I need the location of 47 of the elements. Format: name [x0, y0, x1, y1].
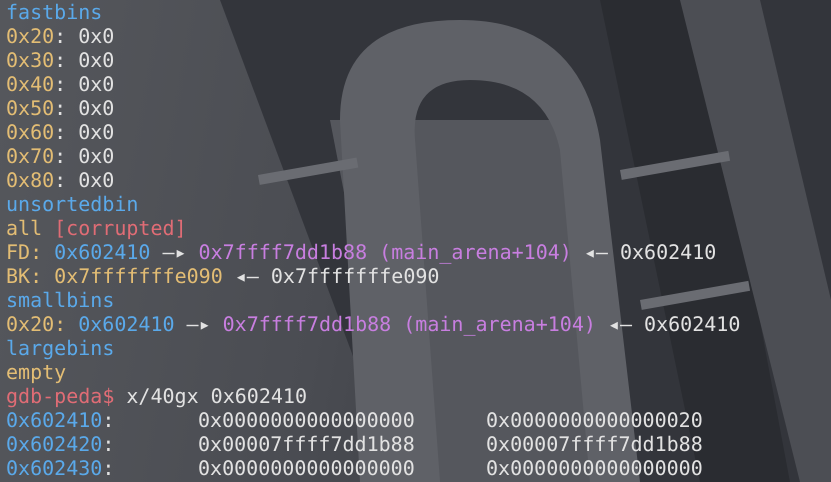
value-text: —▸: [186, 312, 211, 336]
memory-value: 0x0000000000000000: [486, 456, 703, 480]
label-text: 0x20:: [6, 312, 66, 336]
label-text: 0x40:: [6, 72, 66, 96]
colon-text: :: [102, 408, 114, 432]
memory-address: 0x602410: [6, 408, 102, 432]
label-text: all: [6, 216, 42, 240]
colon-text: :: [102, 456, 114, 480]
error-text: gdb-peda$: [6, 384, 114, 408]
value-text: 0x0: [78, 120, 114, 144]
memory-value: 0x0000000000000000: [198, 456, 415, 480]
section-heading: 0x602410: [78, 312, 175, 336]
value-text: —▸: [162, 240, 187, 264]
label-text: 0x80:: [6, 168, 66, 192]
memory-value: 0x0000000000000020: [486, 408, 703, 432]
value-text: 0x0: [78, 144, 114, 168]
colon-text: :: [102, 432, 114, 456]
label-text: 0x30:: [6, 48, 66, 72]
label-text: empty: [6, 360, 66, 384]
memory-value: 0x0000000000000000: [198, 408, 415, 432]
value-text: 0x0: [78, 72, 114, 96]
error-text: [corrupted]: [54, 216, 187, 240]
section-heading: 0x602410: [54, 240, 150, 264]
value-text: 0x0: [78, 96, 114, 120]
label-text: BK: 0x7fffffffe090: [6, 264, 223, 288]
value-text: ◂— 0x602410: [608, 312, 740, 336]
memory-value: 0x00007ffff7dd1b88: [486, 432, 703, 456]
value-text: 0x0: [78, 168, 114, 192]
memory-address: 0x602420: [6, 432, 102, 456]
label-text: 0x50:: [6, 96, 66, 120]
symbol-text: 0x7ffff7dd1b88 (main_arena+104): [198, 240, 572, 264]
memory-address: 0x602430: [6, 456, 102, 480]
value-text: ◂— 0x7fffffffe090: [234, 264, 440, 288]
section-heading: smallbins: [6, 288, 114, 312]
section-heading: fastbins: [6, 0, 102, 24]
symbol-text: 0x7ffff7dd1b88 (main_arena+104): [222, 312, 596, 336]
value-text: x/40gx 0x602410: [126, 384, 307, 408]
section-heading: unsortedbin: [6, 192, 138, 216]
label-text: 0x60:: [6, 120, 66, 144]
label-text: FD:: [6, 240, 42, 264]
value-text: 0x0: [78, 24, 114, 48]
label-text: 0x70:: [6, 144, 66, 168]
value-text: ◂— 0x602410: [584, 240, 716, 264]
label-text: 0x20:: [6, 24, 66, 48]
value-text: 0x0: [78, 48, 114, 72]
memory-value: 0x00007ffff7dd1b88: [198, 432, 415, 456]
section-heading: largebins: [6, 336, 114, 360]
